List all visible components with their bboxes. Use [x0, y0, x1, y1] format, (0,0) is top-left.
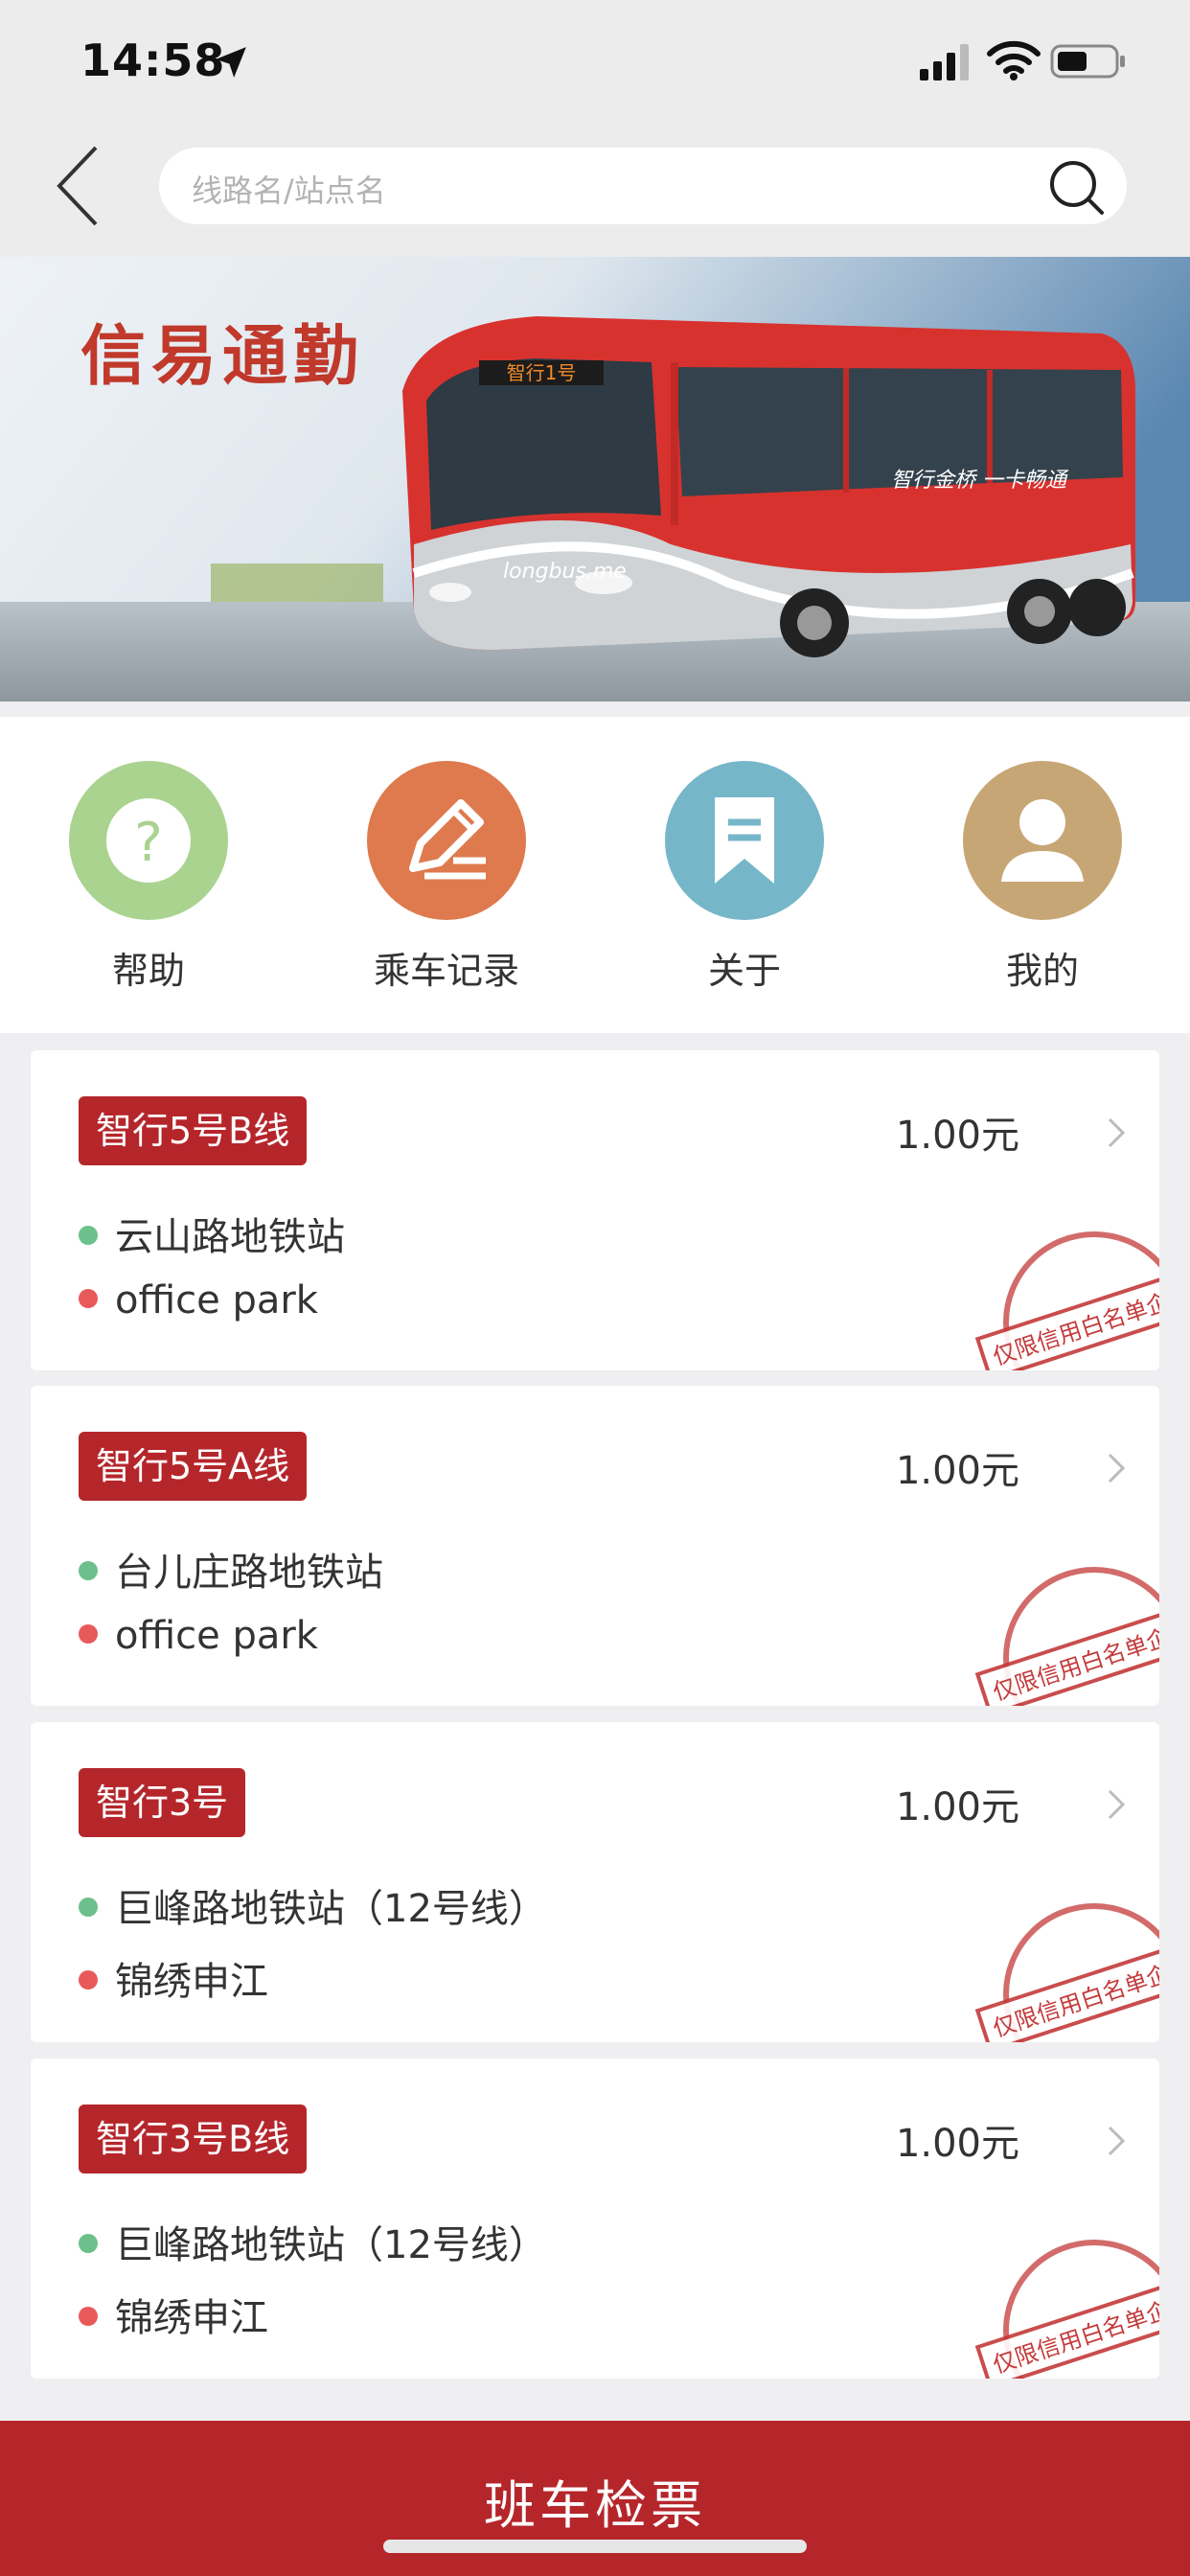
end-dot	[79, 1289, 98, 1308]
home-indicator[interactable]	[383, 2540, 807, 2553]
svg-text:?: ?	[134, 812, 163, 874]
whitelist-stamp: 仅限信用白名单企业	[974, 1903, 1159, 2042]
end-stop: 锦绣申江	[79, 1950, 268, 2006]
end-stop-text: office park	[115, 1278, 318, 1322]
quick-action-mine[interactable]: 我的	[947, 761, 1138, 994]
start-stop: 巨峰路地铁站（12号线）	[79, 1877, 547, 1933]
quick-actions: ? 帮助 乘车记录 关于 我的	[0, 717, 1190, 1033]
start-stop-text: 台儿庄路地铁站	[115, 1551, 383, 1595]
back-button[interactable]	[52, 144, 109, 228]
route-name-tag: 智行3号	[79, 1768, 246, 1837]
battery-icon	[1050, 44, 1125, 79]
edit-pen-icon	[409, 799, 486, 880]
banner-title: 信易通勤	[80, 318, 365, 395]
quick-action-ride-records[interactable]: 乘车记录	[351, 761, 542, 994]
start-stop: 台儿庄路地铁站	[79, 1541, 383, 1597]
bus-brand-text: longbus.me	[503, 560, 627, 584]
start-stop: 云山路地铁站	[79, 1206, 345, 1261]
route-price: 1.00元	[895, 1785, 1019, 1829]
route-name-tag: 智行5号A线	[79, 1432, 308, 1501]
search-icon[interactable]	[1046, 157, 1106, 217]
end-stop: office park	[79, 1614, 318, 1658]
route-price: 1.00元	[895, 2122, 1019, 2166]
start-dot	[79, 1226, 98, 1245]
start-stop-text: 巨峰路地铁站（12号线）	[115, 2223, 547, 2267]
wifi-icon	[987, 40, 1041, 80]
route-name-tag: 智行5号B线	[79, 1096, 308, 1165]
start-stop-text: 巨峰路地铁站（12号线）	[115, 1887, 547, 1931]
bus-side-text: 智行金桥 一卡畅通	[891, 469, 1069, 493]
end-stop: office park	[79, 1278, 318, 1322]
chevron-right-icon	[1108, 1789, 1126, 1820]
question-mark-icon: ?	[106, 798, 191, 883]
ride-records-circle[interactable]	[367, 761, 526, 920]
quick-action-label: 乘车记录	[373, 950, 519, 992]
end-stop: 锦绣申江	[79, 2287, 268, 2342]
ticket-check-label: 班车检票	[484, 2475, 706, 2536]
start-stop-text: 云山路地铁站	[115, 1215, 345, 1259]
help-circle[interactable]: ?	[69, 761, 228, 920]
route-card[interactable]: 智行5号B线 1.00元 云山路地铁站 office park 仅限信用白名单企…	[31, 1050, 1159, 1370]
start-dot	[79, 1561, 98, 1580]
chevron-right-icon	[1108, 2126, 1126, 2156]
search-bar[interactable]: 线路名/站点名	[159, 148, 1127, 224]
mine-circle[interactable]	[963, 761, 1122, 920]
route-price: 1.00元	[895, 1114, 1019, 1158]
status-bar: 14:58	[0, 0, 1190, 134]
about-circle[interactable]	[665, 761, 824, 920]
status-time: 14:58	[80, 34, 226, 86]
start-stop: 巨峰路地铁站（12号线）	[79, 2214, 547, 2269]
route-card[interactable]: 智行5号A线 1.00元 台儿庄路地铁站 office park 仅限信用白名单…	[31, 1386, 1159, 1706]
end-stop-text: 锦绣申江	[115, 2296, 268, 2340]
whitelist-stamp: 仅限信用白名单企业	[974, 1231, 1159, 1370]
end-stop-text: office park	[115, 1614, 318, 1658]
search-input[interactable]: 线路名/站点名	[192, 167, 386, 211]
start-dot	[79, 2234, 98, 2253]
quick-action-label: 帮助	[111, 950, 185, 992]
route-card[interactable]: 智行3号B线 1.00元 巨峰路地铁站（12号线） 锦绣申江 仅限信用白名单企业	[31, 2058, 1159, 2379]
whitelist-stamp: 仅限信用白名单企业	[974, 2240, 1159, 2379]
cellular-signal-icon	[920, 44, 969, 80]
bus-destination-text: 智行1号	[507, 361, 577, 384]
quick-action-about[interactable]: 关于	[649, 761, 840, 994]
quick-action-label: 我的	[1005, 950, 1079, 992]
end-dot	[79, 2307, 98, 2326]
chevron-right-icon	[1108, 1453, 1126, 1484]
user-icon	[1001, 799, 1084, 882]
end-dot	[79, 1624, 98, 1644]
whitelist-stamp: 仅限信用白名单企业	[974, 1567, 1159, 1706]
promo-banner[interactable]: 智行1号 longbus.me 智行金桥 一卡畅通 信易通勤	[0, 257, 1190, 702]
quick-action-label: 关于	[707, 950, 781, 992]
location-arrow-icon	[216, 47, 246, 78]
chevron-right-icon	[1108, 1117, 1126, 1148]
route-name-tag: 智行3号B线	[79, 2104, 308, 2174]
bookmark-icon	[715, 797, 774, 884]
start-dot	[79, 1898, 98, 1917]
end-stop-text: 锦绣申江	[115, 1960, 268, 2004]
end-dot	[79, 1970, 98, 1990]
route-card[interactable]: 智行3号 1.00元 巨峰路地铁站（12号线） 锦绣申江 仅限信用白名单企业	[31, 1722, 1159, 2042]
quick-action-help[interactable]: ? 帮助	[53, 761, 244, 994]
route-price: 1.00元	[895, 1449, 1019, 1493]
